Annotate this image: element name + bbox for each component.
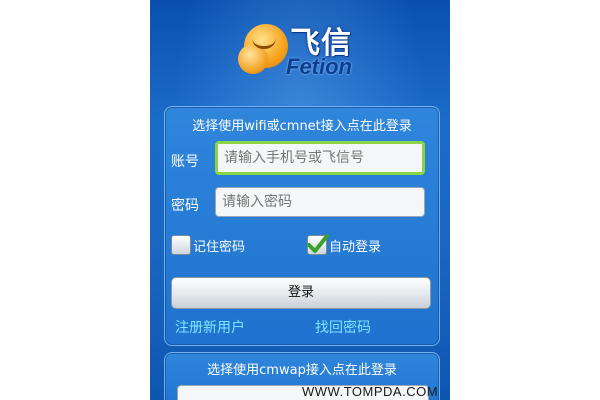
password-input[interactable] <box>215 187 425 217</box>
retrieve-password-link[interactable]: 找回密码 <box>315 317 371 337</box>
wifi-login-panel: 选择使用wifi或cmnet接入点在此登录 账号 密码 记住密码 自动登录 登录… <box>164 106 440 346</box>
wifi-panel-title: 选择使用wifi或cmnet接入点在此登录 <box>192 119 412 134</box>
auto-login-checkbox[interactable] <box>307 234 329 255</box>
auto-login-label[interactable]: 自动登录 <box>329 236 381 255</box>
logo-english-text: Fetion <box>286 54 352 79</box>
account-label: 账号 <box>171 154 199 170</box>
password-label: 密码 <box>171 198 199 214</box>
login-button[interactable]: 登录 <box>171 277 431 309</box>
fetion-login-screen: 飞信 Fetion 选择使用wifi或cmnet接入点在此登录 账号 密码 记住… <box>150 0 450 400</box>
remember-password-checkbox[interactable] <box>171 235 191 255</box>
checkmark-icon <box>307 234 329 253</box>
register-link[interactable]: 注册新用户 <box>175 317 245 337</box>
wap-panel-title: 选择使用cmwap接入点在此登录 <box>207 363 397 378</box>
account-input[interactable] <box>215 141 425 175</box>
watermark-bottom: WWW.TOMPDA.COM <box>302 384 439 399</box>
fetion-logo: 飞信 Fetion <box>238 18 368 80</box>
remember-password-label[interactable]: 记住密码 <box>193 236 245 255</box>
